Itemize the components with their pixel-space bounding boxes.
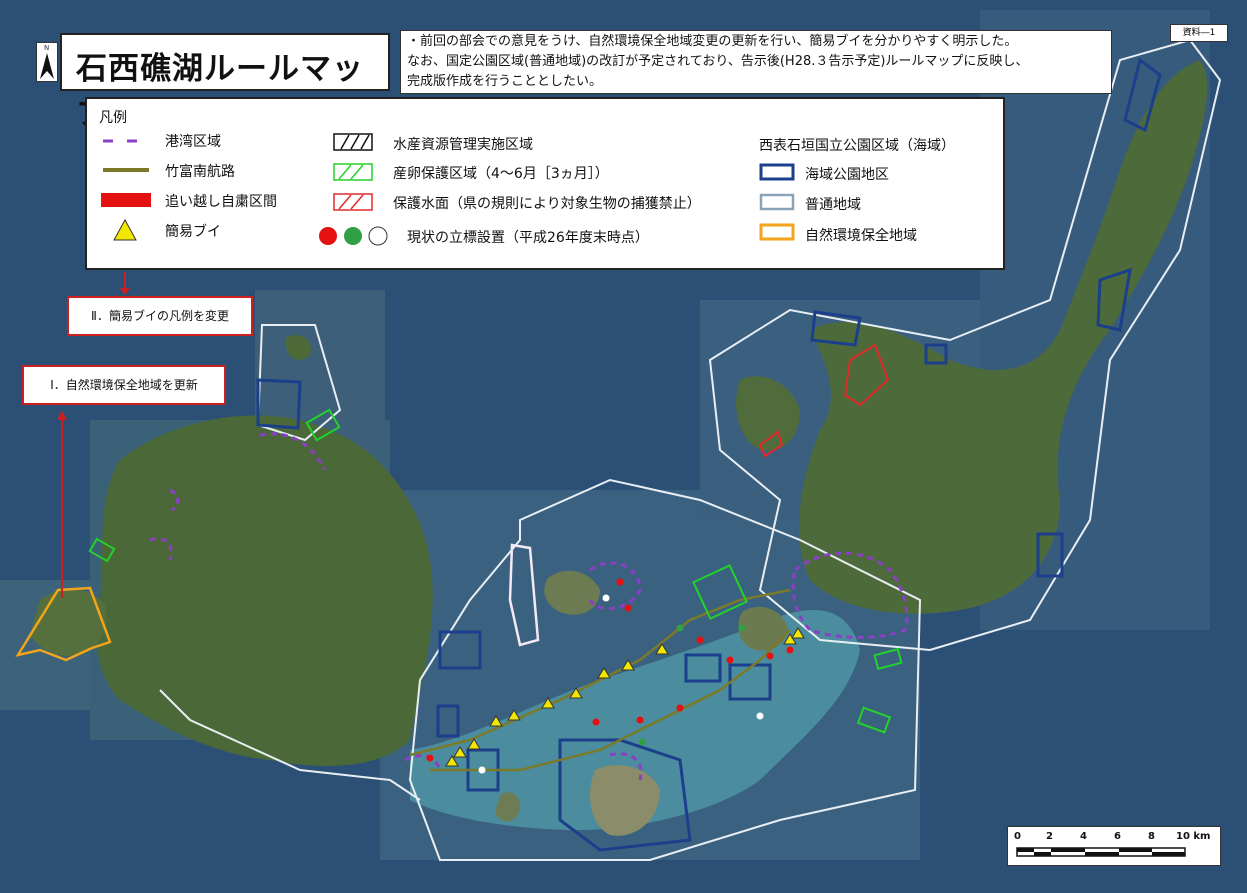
marker-green [738,624,746,632]
note-line: 完成版作成を行うこととしたい。 [407,74,603,89]
legend-park-heading: 西表石垣国立公園区域（海域） [759,138,955,154]
conservation-swatch-icon [759,223,795,241]
scale-tick-label: 0 [1014,831,1021,842]
scale-tick-label: 4 [1080,831,1087,842]
marker-red [636,716,644,724]
port-line-icon [103,139,149,143]
scale-tick-label: 2 [1046,831,1053,842]
fishery-hatch-icon [333,133,373,151]
marker-red [426,754,434,762]
protected-water-hatch-icon [333,193,373,211]
marker-red [624,604,632,612]
callout-arrowhead [120,288,130,295]
legend: 凡例 港湾区域 竹富南航路 追い越し自粛区間 簡易ブイ 水産資源管理実施区域 産… [85,97,1005,270]
marker-red [696,636,704,644]
north-arrow-icon [40,53,54,79]
ordinary-swatch-icon [759,193,795,211]
callout-buoy-change: Ⅱ．簡易ブイの凡例を変更 [67,296,253,336]
legend-buoy-label: 簡易ブイ [165,224,221,240]
note-box: ・前回の部会での意見をうけ、自然環境保全地域変更の更新を行い、簡易ブイを分かりや… [400,30,1112,94]
note-line: ・前回の部会での意見をうけ、自然環境保全地域変更の更新を行い、簡易ブイを分かりや… [407,34,1018,49]
marker-green [676,624,684,632]
scale-tick-label: 8 [1148,831,1155,842]
marker-dots-icon [319,226,388,246]
marker-white [602,594,610,602]
marker-red [786,646,794,654]
overtake-bar-icon [101,193,151,207]
legend-protected-water-label: 保護水面（県の規則により対象生物の捕獲禁止） [393,196,701,212]
marker-red [616,578,624,586]
north-label: N [44,44,50,52]
legend-conservation-label: 自然環境保全地域 [805,228,917,244]
legend-ordinary-label: 普通地域 [805,197,861,213]
route-line-icon [103,168,149,172]
legend-marine-park-label: 海域公園地区 [805,167,889,183]
iriomote-island [96,415,433,766]
legend-markers-label: 現状の立標設置（平成26年度末時点） [407,230,649,246]
marker-red [726,656,734,664]
legend-fishery-label: 水産資源管理実施区域 [393,137,533,153]
legend-port-label: 港湾区域 [165,134,221,150]
scale-bar: 0 2 4 6 8 10 km [1007,826,1221,866]
scale-tick-label: 6 [1114,831,1121,842]
legend-overtake-label: 追い越し自粛区間 [165,194,277,210]
callout-conservation-update: Ⅰ．自然環境保全地域を更新 [22,365,226,405]
buoy-triangle-icon [113,219,137,241]
scale-tick-label: 10 km [1176,831,1211,842]
document-label: 資料―1 [1170,24,1228,42]
marker-red [676,704,684,712]
callout-arrowhead [57,411,67,420]
marker-white [478,766,486,774]
north-arrow: N [36,42,58,82]
marker-red [766,652,774,660]
marker-red [592,718,600,726]
note-line: なお、国定公園区域(普通地域)の改訂が予定されており、告示後(H28.３告示予定… [407,54,1029,69]
map-title-box: 石西礁湖ルールマップ [60,33,390,132]
marker-green [638,738,646,746]
legend-route-label: 竹富南航路 [165,164,235,180]
marine-park-swatch-icon [759,163,795,181]
marker-white [756,712,764,720]
spawning-hatch-icon [333,163,373,181]
legend-heading: 凡例 [99,110,127,126]
legend-spawning-label: 産卵保護区域（4～6月［3ヵ月］） [393,166,609,182]
scale-bar-graphic [1016,847,1186,857]
